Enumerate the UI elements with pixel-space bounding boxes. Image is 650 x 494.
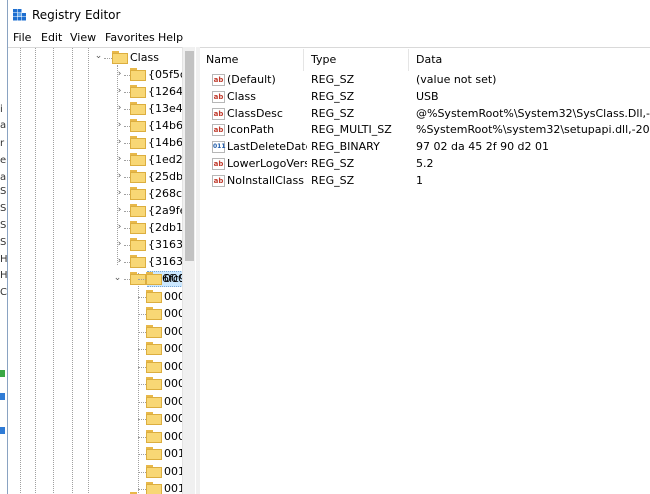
value-name: (Default) [227, 73, 276, 86]
expand-chevron-icon[interactable]: › [115, 86, 124, 96]
value-row[interactable]: ab (Default) REG_SZ (value not set) [200, 72, 650, 88]
expand-chevron-icon[interactable]: › [115, 239, 124, 249]
tree-scrollbar[interactable] [182, 47, 195, 494]
value-data: (value not set) [416, 73, 497, 86]
title-bar[interactable]: Registry Editor [8, 0, 650, 30]
expand-chevron-icon[interactable]: › [115, 154, 124, 164]
string-value-icon: ab [212, 90, 225, 103]
folder-icon [146, 412, 162, 425]
column-header-data[interactable]: Data [410, 49, 650, 71]
menu-view[interactable]: View [70, 31, 96, 44]
value-type: REG_SZ [311, 73, 355, 86]
folder-icon [146, 272, 162, 285]
folder-icon [146, 464, 162, 478]
key-tree-pane[interactable]: ⌄ Class › {05f5cf › {12647€ › {13e42c › {14b62f… [8, 47, 194, 494]
expand-chevron-icon[interactable]: › [115, 103, 124, 113]
expand-chevron-icon[interactable]: › [115, 205, 124, 215]
value-name: LastDeleteDate [227, 140, 307, 154]
collapse-chevron-icon[interactable]: ⌄ [113, 273, 122, 283]
scrollbar-thumb[interactable] [185, 51, 194, 261]
menu-bar: File Edit View Favorites Help [8, 30, 650, 47]
registry-editor-icon [13, 9, 26, 21]
value-data: USB [416, 89, 439, 103]
folder-icon [146, 394, 162, 408]
expand-chevron-icon[interactable]: › [115, 137, 124, 147]
value-type: REG_MULTI_SZ [311, 123, 392, 137]
menu-favorites[interactable]: Favorites [105, 31, 155, 44]
value-name: Class [227, 89, 256, 103]
expand-chevron-icon[interactable]: › [115, 256, 124, 266]
expand-chevron-icon[interactable]: › [115, 171, 124, 181]
folder-icon [130, 85, 146, 98]
folder-icon [130, 119, 146, 132]
folder-icon [130, 204, 146, 217]
value-row[interactable]: ab IconPath REG_MULTI_SZ %SystemRoot%\syste… [200, 122, 650, 138]
folder-icon [130, 170, 146, 183]
folder-icon [130, 187, 146, 200]
folder-icon [130, 238, 146, 251]
folder-icon [146, 289, 162, 303]
folder-icon [146, 377, 162, 390]
folder-icon [146, 307, 162, 320]
value-type: REG_SZ [311, 157, 355, 170]
value-row[interactable]: ab Class REG_SZ USB [200, 89, 650, 105]
string-value-icon: ab [212, 124, 225, 137]
value-data: %SystemRoot%\system32\setupapi.dll,-20 [416, 123, 650, 137]
string-value-icon: ab [212, 74, 225, 86]
folder-icon [146, 359, 162, 373]
folder-icon [146, 482, 162, 494]
folder-icon [146, 429, 162, 443]
value-row[interactable]: ab NoInstallClass REG_SZ 1 [200, 173, 650, 189]
value-data: @%SystemRoot%\System32\SysClass.Dll,-302… [416, 106, 650, 120]
value-data: 1 [416, 173, 423, 187]
value-name: IconPath [227, 123, 275, 137]
folder-icon [146, 324, 162, 338]
value-data: 97 02 da 45 2f 90 d2 01 [416, 140, 550, 154]
expand-chevron-icon[interactable]: › [115, 120, 124, 130]
menu-file[interactable]: File [13, 31, 31, 44]
value-type: REG_SZ [311, 106, 355, 120]
value-row[interactable]: 011 LastDeleteDate REG_BINARY 97 02 da 45 2… [200, 139, 650, 155]
expand-chevron-icon[interactable]: › [115, 69, 124, 79]
folder-icon [130, 68, 146, 81]
value-type: REG_SZ [311, 89, 355, 103]
value-row[interactable]: ab ClassDesc REG_SZ @%SystemRoot%\System32\… [200, 106, 650, 122]
expand-chevron-icon[interactable]: › [115, 188, 124, 198]
menu-edit[interactable]: Edit [41, 31, 62, 44]
value-type: REG_SZ [311, 173, 355, 187]
value-name: NoInstallClass [227, 173, 305, 187]
menu-help[interactable]: Help [158, 31, 183, 44]
value-type: REG_BINARY [311, 140, 380, 154]
folder-icon [112, 51, 128, 64]
window-title: Registry Editor [32, 8, 121, 22]
values-list-pane[interactable]: Name Type Data ab (Default) REG_SZ (value n… [200, 47, 650, 494]
string-value-icon: ab [212, 107, 225, 120]
value-name: ClassDesc [227, 106, 283, 120]
column-header-name[interactable]: Name [200, 49, 303, 71]
tree-item-class[interactable]: Class [130, 51, 159, 64]
collapse-chevron-icon[interactable]: ⌄ [94, 51, 103, 61]
folder-icon [146, 342, 162, 355]
folder-icon [130, 102, 146, 115]
string-value-icon: ab [212, 174, 225, 187]
folder-icon [130, 255, 146, 268]
folder-icon [130, 153, 146, 166]
folder-icon [146, 447, 162, 460]
binary-value-icon: 011 [212, 141, 226, 154]
column-header-type[interactable]: Type [305, 49, 408, 71]
value-data: 5.2 [416, 157, 434, 170]
registry-editor-window: Registry Editor File Edit View Favorites… [7, 0, 650, 494]
folder-icon [130, 221, 146, 234]
folder-icon [130, 136, 146, 149]
value-row[interactable]: abLowerLogoVersi... REG_SZ 5.2 [200, 156, 650, 172]
expand-chevron-icon[interactable]: › [115, 222, 124, 232]
value-name: LowerLogoVersi... [227, 157, 307, 170]
string-value-icon: ab [212, 158, 225, 170]
